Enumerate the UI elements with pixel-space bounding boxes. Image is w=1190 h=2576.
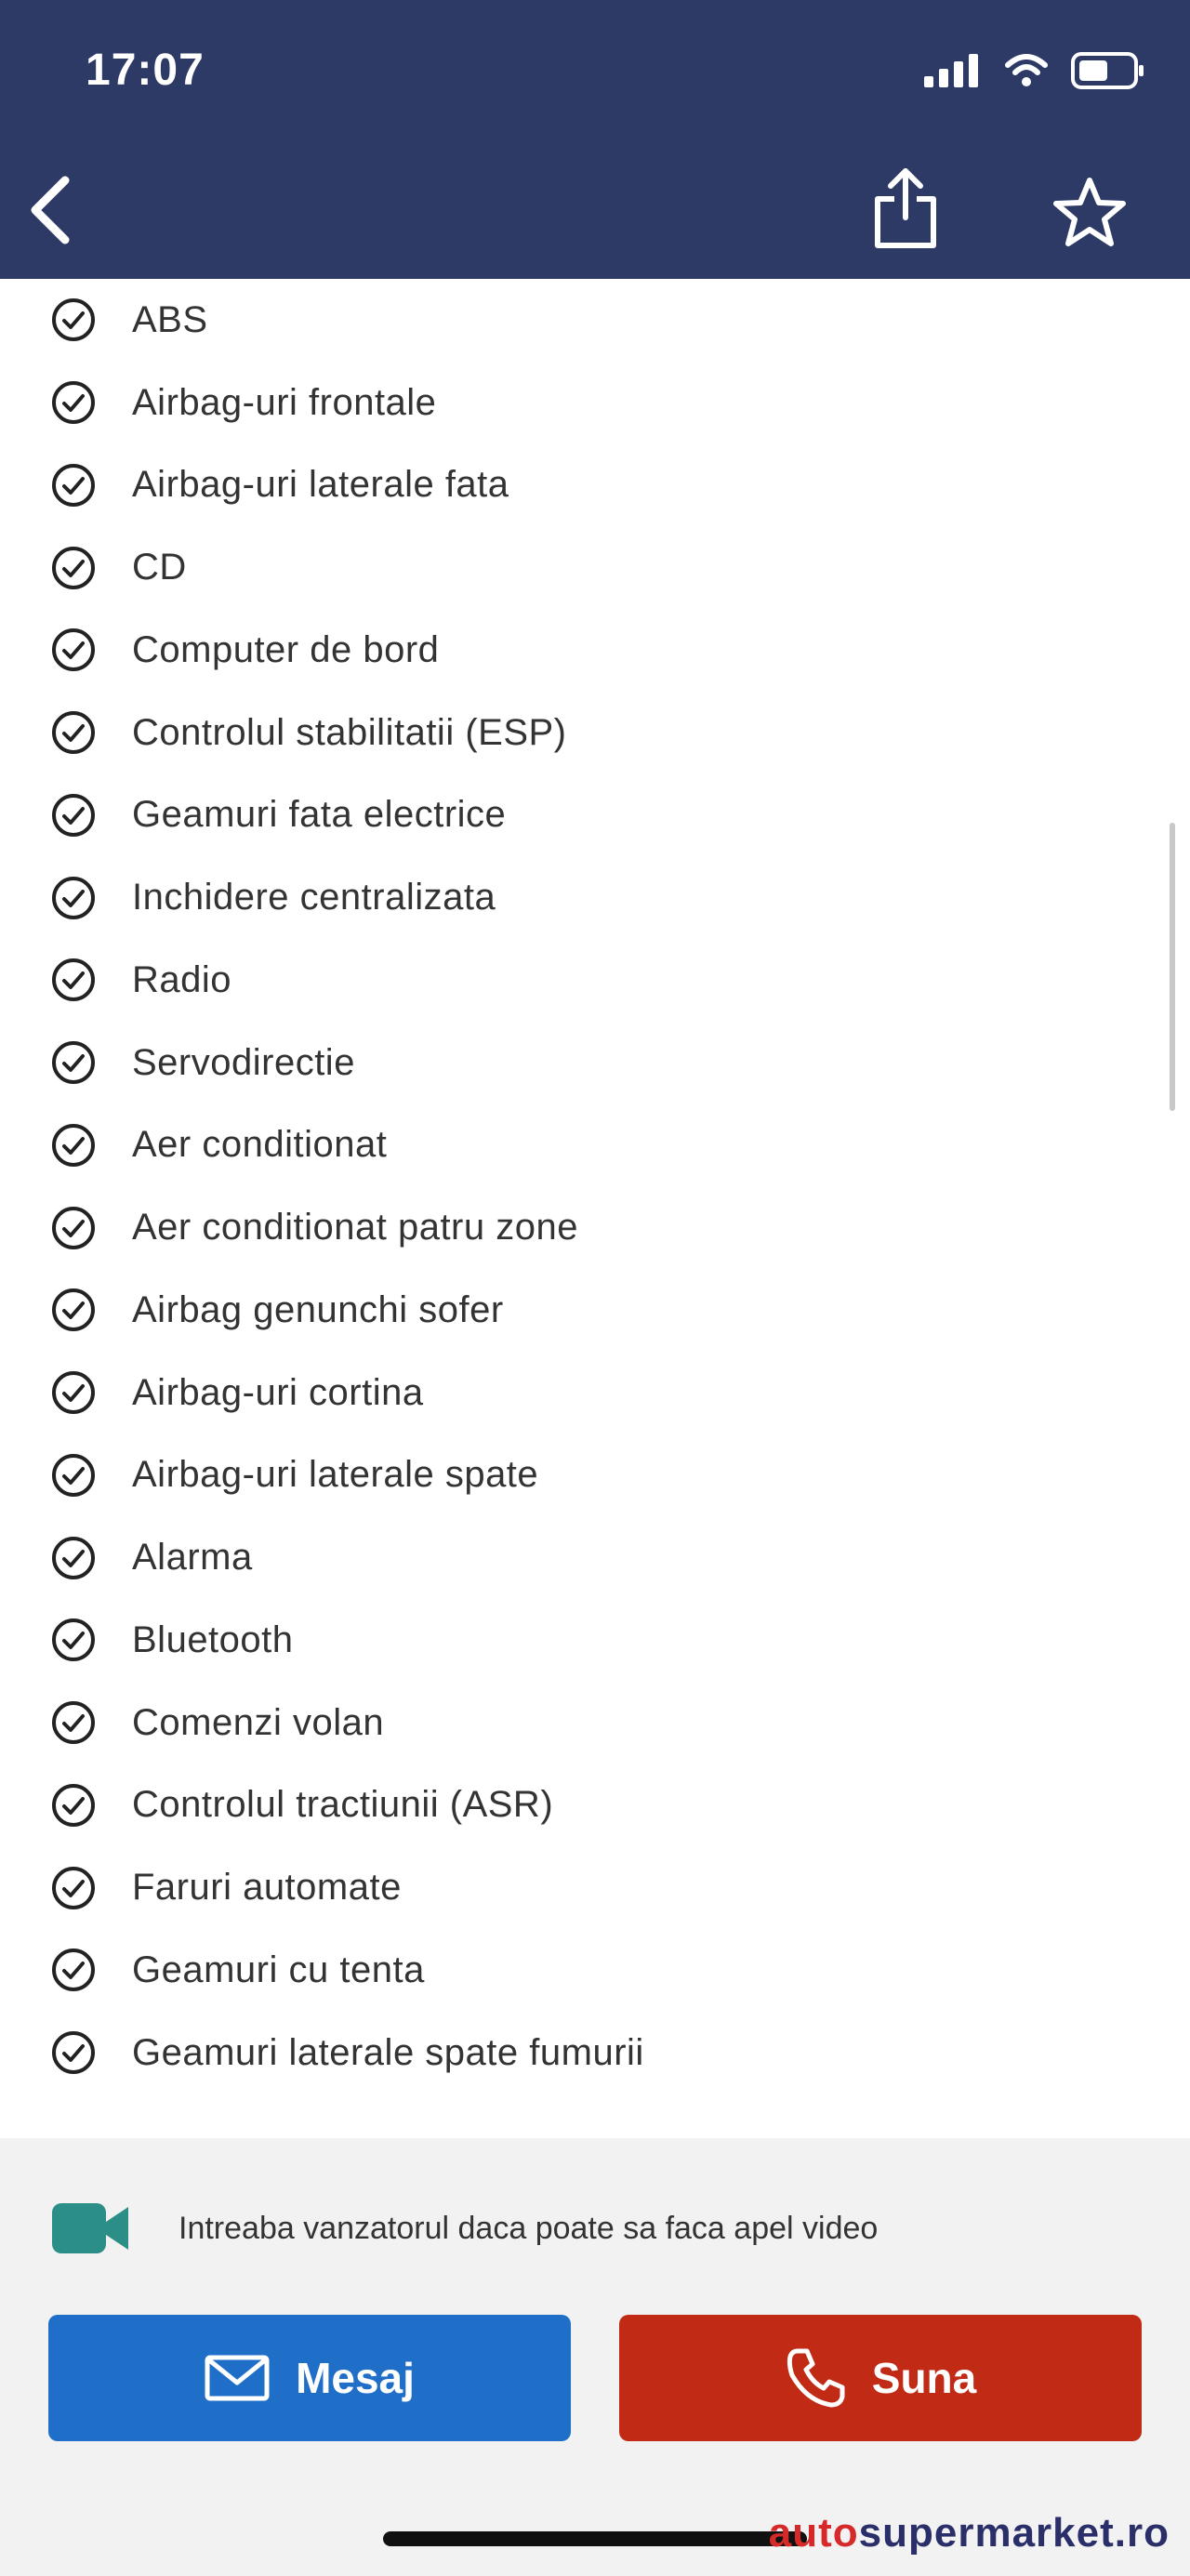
feature-item: Airbag genunchi sofer [0,1269,1190,1352]
feature-label: Inchidere centralizata [132,877,496,918]
feature-label: Bluetooth [132,1618,294,1660]
feature-label: ABS [132,298,208,340]
feature-item: Aer conditionat [0,1104,1190,1187]
feature-label: Airbag-uri laterale fata [132,464,509,506]
star-icon[interactable] [1052,175,1127,249]
check-circle-icon [52,1371,95,1415]
watermark-part-2: supermarket.ro [858,2510,1170,2556]
feature-label: Computer de bord [132,628,440,670]
feature-label: Radio [132,958,232,1000]
scrollbar[interactable] [1170,823,1175,1111]
check-circle-icon [52,1783,95,1827]
video-call-text: Intreaba vanzatorul daca poate sa faca a… [178,2210,879,2246]
feature-label: Servodirectie [132,1041,355,1083]
check-circle-icon [52,1536,95,1579]
feature-item: Inchidere centralizata [0,856,1190,939]
feature-item: Comenzi volan [0,1682,1190,1764]
feature-item: Airbag-uri cortina [0,1352,1190,1434]
feature-item: Computer de bord [0,609,1190,692]
watermark-part-1: auto [768,2510,859,2556]
feature-item: Airbag-uri laterale spate [0,1434,1190,1517]
check-circle-icon [52,1618,95,1662]
feature-item: Geamuri laterale spate fumurii [0,2012,1190,2094]
check-circle-icon [52,1949,95,1992]
mail-icon [205,2355,270,2401]
feature-label: Controlul tractiunii (ASR) [132,1784,554,1826]
check-circle-icon [52,2031,95,2075]
feature-item: Alarma [0,1516,1190,1599]
check-circle-icon [52,793,95,837]
check-circle-icon [52,463,95,507]
home-indicator[interactable] [383,2531,807,2546]
feature-label: Geamuri cu tenta [132,1949,425,1990]
check-circle-icon [52,1206,95,1249]
feature-label: Aer conditionat [132,1124,388,1166]
check-circle-icon [52,1288,95,1332]
status-time: 17:07 [86,46,205,95]
feature-item: Airbag-uri laterale fata [0,444,1190,527]
call-button-label: Suna [871,2354,977,2402]
feature-label: Airbag-uri frontale [132,381,437,423]
feature-label: Controlul stabilitatii (ESP) [132,711,567,753]
status-icons [924,52,1145,89]
feature-item: Bluetooth [0,1599,1190,1682]
feature-label: CD [132,547,187,588]
battery-icon [1071,52,1144,89]
check-circle-icon [52,628,95,672]
check-circle-icon [52,958,95,1002]
feature-label: Airbag-uri cortina [132,1371,424,1413]
check-circle-icon [52,381,95,425]
message-button[interactable]: Mesaj [48,2315,571,2441]
feature-item: Geamuri fata electrice [0,774,1190,857]
feature-item: Faruri automate [0,1846,1190,1929]
back-chevron-icon[interactable] [22,173,78,247]
feature-label: Airbag-uri laterale spate [132,1454,539,1496]
feature-item: Airbag-uri frontale [0,362,1190,444]
feature-item: Aer conditionat patru zone [0,1186,1190,1269]
check-circle-icon [52,1123,95,1167]
feature-label: Faruri automate [132,1867,402,1909]
feature-item: Radio [0,939,1190,1022]
call-button[interactable]: Suna [619,2315,1142,2441]
check-circle-icon [52,546,95,589]
check-circle-icon [52,1701,95,1745]
check-circle-icon [52,1041,95,1085]
app-header: 17:07 [0,0,1190,279]
feature-label: Airbag genunchi sofer [132,1288,504,1330]
check-circle-icon [52,298,95,342]
feature-label: Aer conditionat patru zone [132,1207,578,1248]
check-circle-icon [52,1866,95,1909]
wifi-icon [1005,54,1048,86]
feature-item: CD [0,526,1190,609]
message-button-label: Mesaj [296,2354,415,2402]
check-circle-icon [52,876,95,919]
video-camera-icon [52,2203,128,2253]
feature-item: Geamuri cu tenta [0,1929,1190,2012]
check-circle-icon [52,1453,95,1497]
feature-item: Controlul stabilitatii (ESP) [0,692,1190,774]
feature-item: Controlul tractiunii (ASR) [0,1764,1190,1847]
signal-icon [924,54,978,87]
share-icon[interactable] [870,165,941,249]
feature-label: Alarma [132,1537,253,1579]
video-call-row[interactable]: Intreaba vanzatorul daca poate sa faca a… [50,2198,878,2259]
features-list: ABS Airbag-uri frontale Airbag-uri lateral… [0,279,1190,2094]
watermark: autosupermarket.ro [769,2510,1170,2556]
check-circle-icon [52,711,95,755]
feature-label: Geamuri laterale spate fumurii [132,2031,644,2073]
feature-item: ABS [0,279,1190,362]
feature-item: Servodirectie [0,1022,1190,1104]
feature-label: Comenzi volan [132,1701,385,1743]
feature-label: Geamuri fata electrice [132,794,507,836]
phone-icon [787,2348,845,2408]
